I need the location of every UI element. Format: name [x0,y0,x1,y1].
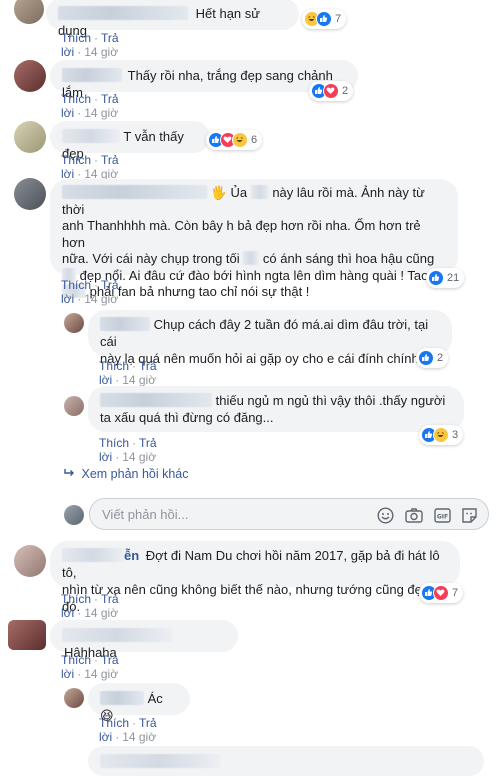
gif-icon[interactable]: GIF [432,505,452,525]
like-link[interactable]: Thích [61,653,91,667]
avatar[interactable] [64,396,84,416]
comment-actions: Thích · Trả lời · 14 giờ [61,278,119,306]
reaction-summary[interactable]: 6 [206,130,263,150]
sticker-icon[interactable] [459,505,479,525]
haha-icon [232,132,248,148]
commenter-name[interactable] [62,185,207,199]
like-link[interactable]: Thích [61,278,91,292]
timestamp[interactable]: 14 giờ [84,667,118,681]
timestamp[interactable]: 14 giờ [122,730,156,744]
current-user-avatar [64,505,84,525]
reaction-summary[interactable]: 21 [426,268,465,288]
avatar[interactable] [64,313,84,333]
reaction-count: 7 [452,587,459,599]
hand-emoji: 🖐 [210,185,227,200]
reaction-summary[interactable]: 7 [419,583,464,603]
like-icon [418,350,434,366]
reaction-count: 21 [447,272,460,284]
reaction-summary[interactable]: 2 [309,81,354,101]
comment-actions: Thích · Trả lời · 14 giờ [61,31,119,59]
like-link[interactable]: Thích [99,716,129,730]
reply-composer: GIF [89,498,489,530]
reply-actions: Thích · Trả lời · 14 giờ [99,436,157,464]
commenter-name-tail[interactable]: ễn [124,548,139,563]
reply-arrow-icon [64,467,78,481]
avatar[interactable] [64,688,84,708]
timestamp[interactable]: 14 giờ [122,373,156,387]
avatar[interactable] [8,620,46,650]
commenter-name[interactable] [100,393,212,407]
timestamp[interactable]: 14 giờ [122,450,156,464]
comment-actions: Thích · Trả lời · 14 giờ [61,653,119,681]
commenter-name[interactable] [58,6,188,20]
avatar[interactable] [14,178,46,210]
like-link[interactable]: Thích [61,153,91,167]
like-link[interactable]: Thích [61,92,91,106]
like-link[interactable]: Thích [99,436,129,450]
love-icon [433,585,449,601]
more-replies-link[interactable]: Xem phản hồi khác [64,467,189,481]
commenter-name[interactable] [100,691,144,705]
avatar[interactable] [14,121,46,153]
avatar[interactable] [14,60,46,92]
comment-bubble: ễn Đợt đi Nam Du chơi hồi năm 2017, gặp … [50,541,460,614]
comment-bubble: 🖐 Ủa này lâu rồi mà. Ảnh này từ thời anh… [50,179,458,299]
reply-bubble: Chụp cách đây 2 tuần đó má.ai dìm đâu tr… [88,310,452,366]
reaction-summary[interactable]: 3 [419,425,464,445]
comment-actions: Thích · Trả lời · 14 giờ [61,92,119,120]
commenter-name[interactable] [62,548,124,562]
comment-bubble: T vẫn thấy đẹp [50,121,210,161]
reaction-count: 7 [335,13,342,25]
commenter-name[interactable] [100,317,150,331]
timestamp[interactable]: 14 giờ [84,606,118,620]
commenter-name[interactable] [62,129,120,143]
timestamp[interactable]: 14 giờ [84,45,118,59]
comment-text: Ác [147,691,163,706]
timestamp[interactable]: 14 giờ [84,292,118,306]
like-icon [428,270,444,286]
comment-bubble: Hết hạn sử dụng [46,0,299,38]
reply-bubble: thiếu ngủ m ngủ thì vậy thôi .thấy người… [88,386,464,432]
love-icon [323,83,339,99]
like-link[interactable]: Thích [61,592,91,606]
reaction-count: 6 [251,134,258,146]
reaction-count: 3 [452,429,459,441]
commenter-name[interactable] [62,68,122,82]
comment-bubble: Hâhhaha [50,620,238,660]
comment-actions: Thích · Trả lời · 14 giờ [61,153,119,181]
svg-text:GIF: GIF [436,513,447,520]
like-link[interactable]: Thích [61,31,91,45]
reply-bubble-partial [88,746,484,776]
reaction-count: 2 [342,85,349,97]
commenter-name[interactable] [62,628,172,642]
reaction-count: 2 [437,352,444,364]
commenter-name[interactable] [100,754,220,768]
timestamp[interactable]: 14 giờ [84,106,118,120]
reply-actions: Thích · Trả lời · 14 giờ [99,716,157,744]
reply-bubble: Ác 😆 [88,683,190,723]
emoji-icon[interactable] [375,505,395,525]
haha-icon [433,427,449,443]
camera-icon[interactable] [404,505,424,525]
like-link[interactable]: Thích [99,359,129,373]
reaction-summary[interactable]: 7 [302,9,347,29]
avatar[interactable] [14,545,46,577]
reply-input[interactable] [102,507,342,522]
comment-actions: Thích · Trả lời · 14 giờ [61,592,119,620]
like-icon [316,11,332,27]
reaction-summary[interactable]: 2 [416,348,449,368]
reply-actions: Thích · Trả lời · 14 giờ [99,359,157,387]
avatar[interactable] [14,0,44,24]
